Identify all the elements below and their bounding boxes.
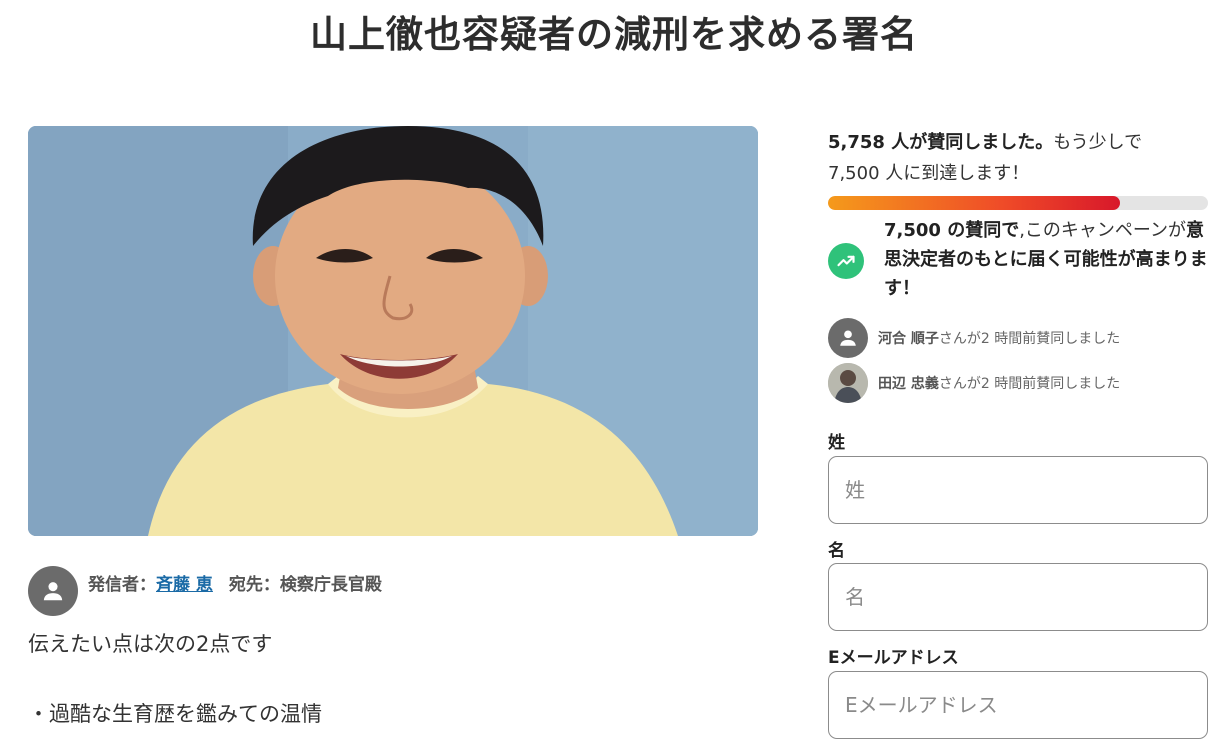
signer-avatar-photo (828, 363, 868, 403)
goal-bold: 7,500 の賛同で (884, 220, 1020, 241)
signer-avatar (828, 318, 868, 358)
person-icon (43, 582, 63, 601)
goal-normal: ,このキャンペーンが (1019, 220, 1187, 241)
page-title: 山上徹也容疑者の減刑を求める署名 (310, 13, 918, 56)
signature-count-rest: もう少しで (1053, 132, 1143, 153)
last-name-label: 姓 (828, 433, 845, 453)
recent-signer-item: 河合 順子さんが2 時間前賛同しました (828, 318, 1218, 358)
trending-up-icon (828, 243, 864, 279)
signer-name: 河合 順子 (878, 331, 939, 347)
signer-time: さんが2 時間前賛同しました (938, 376, 1121, 392)
petition-body-paragraph: ・過酷な生育歴を鑑みての温情 (28, 702, 322, 726)
signer-name: 田辺 忠義 (878, 376, 939, 392)
campaign-photo-illustration (28, 126, 758, 536)
signature-progress-fill (828, 196, 1120, 210)
last-name-input[interactable] (828, 456, 1208, 524)
signature-count-bold: 5,758 人が賛同しました。 (828, 132, 1054, 153)
recipient-text: 宛先：検察庁長官殿 (228, 575, 382, 595)
first-name-label: 名 (828, 541, 845, 561)
email-label: Eメールアドレス (828, 648, 959, 668)
starter-label: 発信者： (88, 575, 156, 595)
signer-time: さんが2 時間前賛同しました (938, 331, 1121, 347)
starter-name-link[interactable]: 斉藤 恵 (156, 575, 213, 595)
recent-signer-item: 田辺 忠義さんが2 時間前賛同しました (828, 363, 1218, 403)
person-icon (840, 330, 856, 346)
goal-message: 7,500 の賛同で,このキャンペーンが意思決定者のもとに届く可能性が高まります… (884, 216, 1214, 303)
signer-photo (828, 363, 868, 403)
signature-target: 7,500 人に到達します！ (828, 163, 1030, 184)
first-name-input[interactable] (828, 563, 1208, 631)
starter-line: 発信者：斉藤 恵宛先：検察庁長官殿 (88, 570, 382, 595)
signature-progress-bar (828, 196, 1208, 210)
petition-body-paragraph: 伝えたい点は次の2点です (28, 632, 273, 656)
signature-count: 5,758 人が賛同しました。もう少しで 7,500 人に到達します！ (828, 127, 1208, 189)
starter-avatar (28, 566, 78, 616)
email-input[interactable] (828, 671, 1208, 739)
campaign-photo (28, 126, 758, 536)
